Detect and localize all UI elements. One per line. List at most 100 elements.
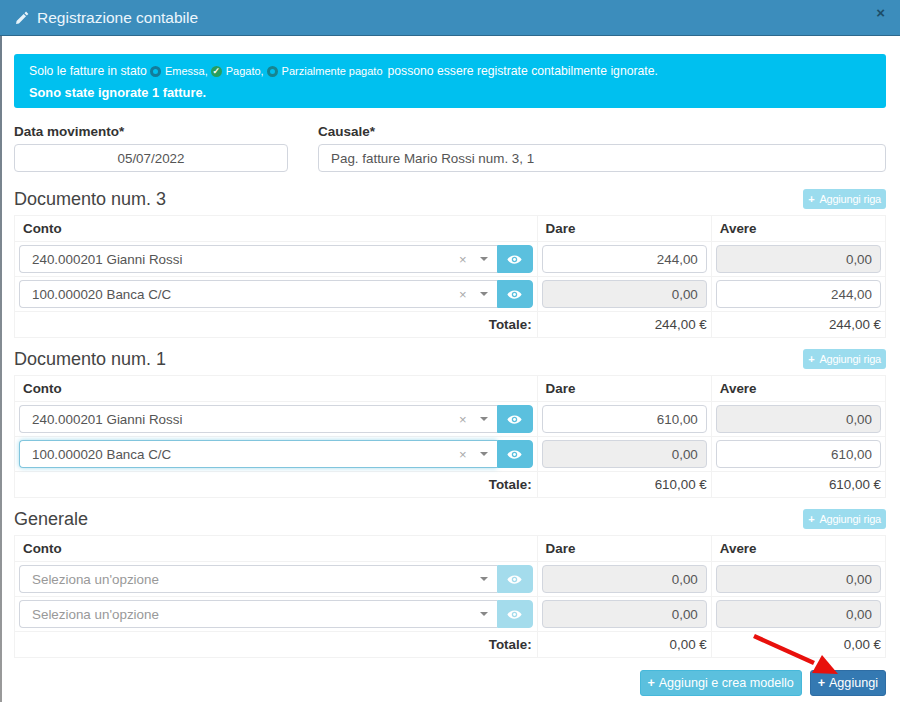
status-badge-emessa: Emessa, [150,63,208,79]
alert-line2: Sono state ignorate 1 fatture. [29,85,871,101]
eye-icon [507,447,522,462]
plus-icon: + [808,513,817,525]
total-label: Totale: [15,632,538,658]
close-icon[interactable]: × [876,5,885,20]
eye-icon [507,287,522,302]
clear-icon[interactable]: × [459,448,467,461]
clear-icon[interactable]: × [459,413,467,426]
dare-input[interactable] [542,440,707,468]
eye-icon [507,607,522,622]
modal-header: Registrazione contabile × [0,0,900,36]
chevron-down-icon[interactable] [480,292,488,296]
total-avere: 0,00 € [711,632,885,658]
avere-column-header: Avere [711,216,885,242]
conto-select-group: 100.000020 Banca C/C × [19,280,533,308]
date-field-group: Data movimento* [14,124,288,172]
avere-column-header: Avere [711,536,885,562]
add-row-button[interactable]: + Aggiungi riga [803,349,886,369]
date-label: Data movimento* [14,124,288,139]
table-row: 240.000201 Gianni Rossi × [15,402,886,437]
total-label: Totale: [15,472,538,498]
section-title: Documento num. 3 [14,189,166,210]
clear-icon[interactable]: × [459,253,467,266]
alert-line1-prefix: Solo le fatture in stato [29,63,147,79]
eye-icon [507,252,522,267]
dare-input[interactable] [542,565,707,593]
alert-line1: Solo le fatture in stato Emessa, ✓ Pagato… [29,63,871,79]
dare-input[interactable] [542,280,707,308]
add-row-button[interactable]: + Aggiungi riga [803,189,886,209]
avere-input[interactable] [716,565,881,593]
avere-input[interactable] [716,280,881,308]
chevron-down-icon[interactable] [480,452,488,456]
table-row: Seleziona un'opzione × [15,597,886,632]
conto-select-value: 240.000201 Gianni Rossi [32,412,459,427]
avere-column-header: Avere [711,376,885,402]
view-account-button[interactable] [497,280,533,308]
conto-select[interactable]: 100.000020 Banca C/C × [19,280,497,308]
conto-select-group: 100.000020 Banca C/C × [19,440,533,468]
total-dare: 244,00 € [537,312,711,338]
conto-select-group: Seleziona un'opzione × [19,565,533,593]
conto-select-value: 100.000020 Banca C/C [32,287,459,302]
conto-select-value: 240.000201 Gianni Rossi [32,252,459,267]
conto-select-group: Seleziona un'opzione × [19,600,533,628]
add-and-create-template-button[interactable]: + Aggiungi e crea modello [640,670,802,696]
conto-select[interactable]: 100.000020 Banca C/C × [19,440,497,468]
conto-select-value: Seleziona un'opzione [32,572,480,587]
section: Documento num. 1 + Aggiungi riga Conto D… [14,348,886,498]
dare-input[interactable] [542,245,707,273]
status-badge-parziale: Parzialmente pagato [267,63,383,79]
dare-input[interactable] [542,600,707,628]
section-header: Documento num. 1 + Aggiungi riga [14,348,886,370]
total-row: Totale: 244,00 € 244,00 € [15,312,886,338]
status-parziale-icon [267,66,278,77]
section-header: Generale + Aggiungi riga [14,508,886,530]
chevron-down-icon[interactable] [480,257,488,261]
clear-icon[interactable]: × [459,288,467,301]
add-button-label: Aggiungi [829,676,878,690]
date-input[interactable] [14,144,288,172]
avere-input[interactable] [716,405,881,433]
add-button[interactable]: + Aggiungi [810,670,886,696]
view-account-button[interactable] [497,440,533,468]
dare-column-header: Dare [537,536,711,562]
chevron-down-icon[interactable] [480,577,488,581]
conto-column-header: Conto [15,216,538,242]
section: Documento num. 3 + Aggiungi riga Conto D… [14,188,886,338]
table-row: 100.000020 Banca C/C × [15,277,886,312]
table-row: 240.000201 Gianni Rossi × [15,242,886,277]
view-account-button[interactable] [497,245,533,273]
conto-column-header: Conto [15,376,538,402]
conto-select[interactable]: Seleziona un'opzione × [19,565,497,593]
status-badge-pagato: ✓ Pagato, [211,63,264,79]
section-title: Documento num. 1 [14,349,166,370]
section-table: Conto Dare Avere Seleziona un'opzione × [14,535,886,658]
eye-icon [507,572,522,587]
avere-input[interactable] [716,440,881,468]
status-pagato-icon: ✓ [211,66,222,77]
add-row-button[interactable]: + Aggiungi riga [803,509,886,529]
avere-input[interactable] [716,600,881,628]
total-avere: 610,00 € [711,472,885,498]
total-dare: 610,00 € [537,472,711,498]
conto-select[interactable]: Seleziona un'opzione × [19,600,497,628]
causale-input[interactable] [318,144,886,172]
chevron-down-icon[interactable] [480,612,488,616]
status-pagato-label: Pagato, [226,63,264,79]
conto-select[interactable]: 240.000201 Gianni Rossi × [19,245,497,273]
pencil-icon [15,11,29,25]
conto-select[interactable]: 240.000201 Gianni Rossi × [19,405,497,433]
section-table: Conto Dare Avere 240.000201 Gianni Rossi… [14,375,886,498]
eye-icon [507,412,522,427]
dare-input[interactable] [542,405,707,433]
view-account-button[interactable] [497,405,533,433]
add-row-label: Aggiungi riga [819,513,881,525]
modal-body: Solo le fatture in stato Emessa, ✓ Pagato… [0,36,900,696]
dare-column-header: Dare [537,376,711,402]
chevron-down-icon[interactable] [480,417,488,421]
view-account-button[interactable] [497,565,533,593]
avere-input[interactable] [716,245,881,273]
view-account-button[interactable] [497,600,533,628]
modal-left-shadow [0,36,2,702]
